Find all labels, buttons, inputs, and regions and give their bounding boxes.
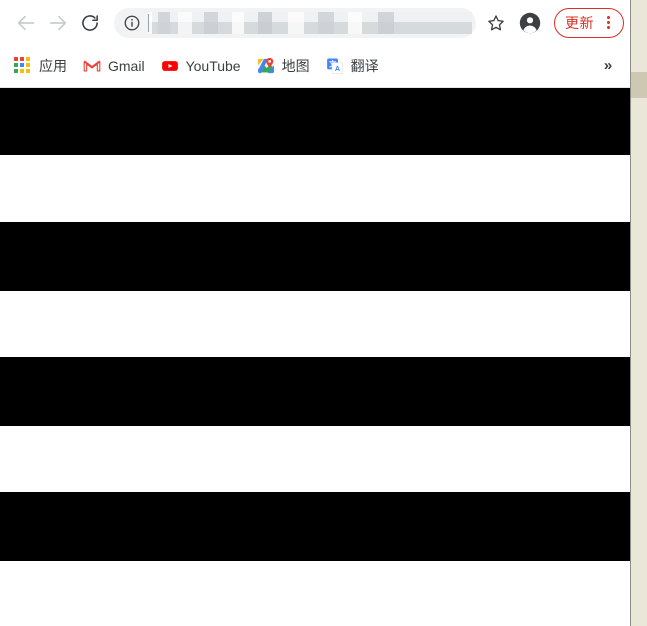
browser-toolbar: 更新 xyxy=(0,0,630,45)
update-button[interactable]: 更新 xyxy=(554,7,624,38)
url-caret xyxy=(148,13,149,32)
bookmark-item-maps[interactable]: 地图 xyxy=(253,52,318,80)
bookmark-label: Gmail xyxy=(108,57,145,74)
bookmark-label: 地图 xyxy=(281,57,310,74)
page-content-area xyxy=(0,88,630,626)
reload-icon xyxy=(82,14,98,31)
google-maps-icon xyxy=(257,57,275,75)
apps-grid-icon xyxy=(14,56,32,75)
arrow-left-icon xyxy=(17,15,35,30)
bookmarks-overflow-button[interactable]: » xyxy=(596,52,620,80)
star-icon xyxy=(488,14,504,30)
bookmark-item-youtube[interactable]: YouTube xyxy=(157,52,249,80)
stripe-4 xyxy=(0,357,630,426)
kebab-menu-icon[interactable] xyxy=(599,13,617,33)
svg-text:A: A xyxy=(334,64,339,72)
stripe-0 xyxy=(0,88,630,155)
account-avatar-icon xyxy=(519,11,541,34)
browser-window: 更新 应用 Gmail YouTube 地图 A 翻译 » xyxy=(0,0,647,626)
profile-avatar-button[interactable] xyxy=(514,7,546,39)
address-bar[interactable] xyxy=(114,7,476,38)
url-text-redacted[interactable] xyxy=(148,11,472,34)
bookmark-star-button[interactable] xyxy=(482,9,510,37)
stripe-7 xyxy=(0,561,630,626)
stripe-5 xyxy=(0,426,630,492)
site-info-icon[interactable] xyxy=(123,14,141,32)
bookmark-label: YouTube xyxy=(185,57,241,74)
reload-button[interactable] xyxy=(74,7,106,39)
update-button-label: 更新 xyxy=(565,14,594,31)
forward-button[interactable] xyxy=(42,7,74,39)
overflow-chevron-icon: » xyxy=(603,57,613,74)
stripe-6 xyxy=(0,492,630,561)
stripe-2 xyxy=(0,222,630,291)
bookmarks-bar: 应用 Gmail YouTube 地图 A 翻译 » xyxy=(0,45,630,87)
back-button[interactable] xyxy=(10,7,42,39)
stripe-3 xyxy=(0,291,630,357)
scrollbar-thumb[interactable] xyxy=(631,72,647,98)
bookmark-label: 应用 xyxy=(39,57,67,74)
arrow-right-icon xyxy=(49,15,67,30)
bookmark-item-gmail[interactable]: Gmail xyxy=(79,52,153,80)
google-translate-icon: 文 A xyxy=(326,57,344,75)
bookmark-item-translate[interactable]: 文 A 翻译 xyxy=(322,52,387,80)
stripe-pattern xyxy=(0,88,630,626)
youtube-icon xyxy=(161,57,179,75)
stripe-1 xyxy=(0,155,630,222)
bookmark-label: 翻译 xyxy=(350,57,379,74)
bookmark-item-apps[interactable]: 应用 xyxy=(10,52,75,80)
gmail-icon xyxy=(83,57,101,75)
